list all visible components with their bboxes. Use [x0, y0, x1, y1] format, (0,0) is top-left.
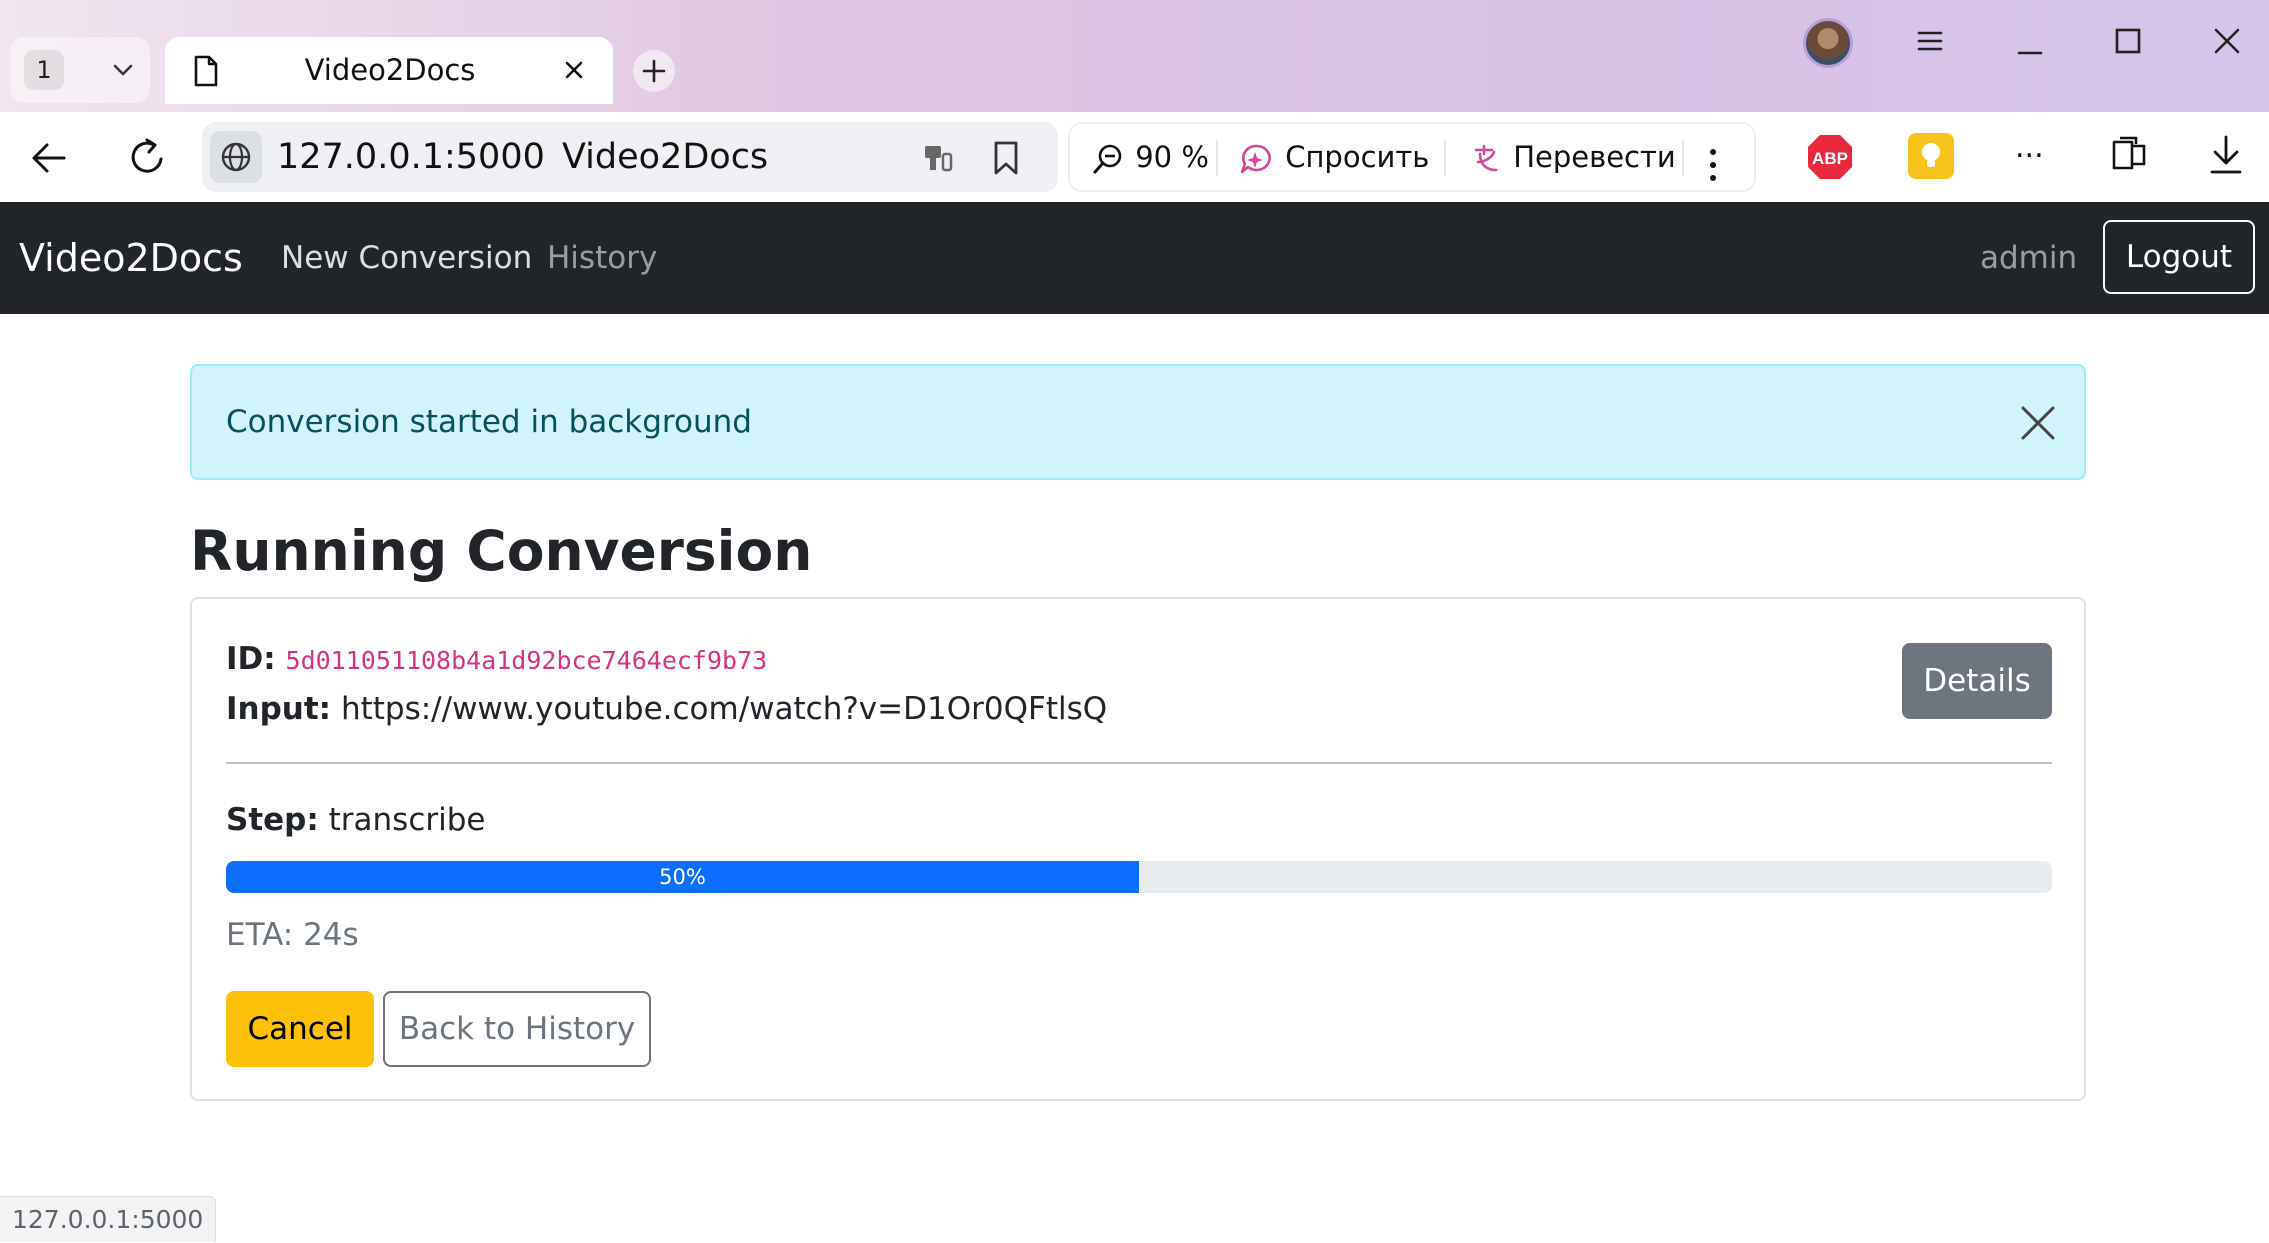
address-page-title: Video2Docs: [562, 137, 769, 177]
conversion-card: ID: 5d011051108b4a1d92bce7464ecf9b73 Inp…: [190, 597, 2086, 1101]
progress-bar: 50%: [226, 861, 2052, 893]
chevron-down-icon[interactable]: [110, 57, 136, 87]
eta-text: ETA: 24s: [226, 917, 359, 953]
bookmark-icon[interactable]: [990, 140, 1022, 180]
nav-new-conversion[interactable]: New Conversion: [281, 202, 532, 314]
ask-label: Спросить: [1285, 140, 1430, 174]
arrow-left-icon[interactable]: [30, 140, 68, 180]
globe-icon: [221, 142, 251, 172]
vertical-dots-icon[interactable]: [1708, 140, 1718, 181]
address-bar[interactable]: 127.0.0.1:5000 Video2Docs: [202, 122, 1058, 192]
bulb-extension-icon[interactable]: [1908, 133, 1954, 179]
page-title: Running Conversion: [190, 519, 813, 583]
ask-button[interactable]: Спросить: [1238, 124, 1429, 190]
back-to-history-button[interactable]: Back to History: [383, 991, 651, 1067]
step-row: Step: transcribe: [226, 802, 485, 838]
id-row: ID: 5d011051108b4a1d92bce7464ecf9b73: [226, 641, 767, 677]
download-icon[interactable]: [2208, 134, 2244, 180]
more-extensions-button[interactable]: ...: [2015, 130, 2044, 165]
brand-link[interactable]: Video2Docs: [19, 202, 243, 314]
divider: [226, 762, 2052, 764]
close-icon[interactable]: [563, 59, 585, 85]
address-host: 127.0.0.1:5000: [277, 137, 545, 177]
status-bar-url: 127.0.0.1:5000: [0, 1196, 217, 1242]
zoom-level: 90 %: [1135, 140, 1209, 174]
cancel-button[interactable]: Cancel: [226, 991, 374, 1067]
alert-message: Conversion started in background: [226, 404, 752, 440]
translate-icon: [1474, 144, 1498, 172]
current-user: admin: [1980, 240, 2078, 276]
adblock-plus-icon[interactable]: ABP: [1806, 133, 1854, 181]
abp-label: ABP: [1812, 149, 1848, 168]
collections-icon[interactable]: [2108, 134, 2150, 180]
logout-button[interactable]: Logout: [2103, 220, 2255, 294]
site-info-button[interactable]: [210, 131, 262, 183]
input-url: https://www.youtube.com/watch?v=D1Or0QFt…: [340, 691, 1108, 727]
tab-title: Video2Docs: [304, 53, 476, 87]
translate-label: Перевести: [1513, 140, 1676, 174]
browser-tab-bar: 1 Video2Docs: [0, 0, 2269, 112]
input-row: Input: https://www.youtube.com/watch?v=D…: [226, 691, 1107, 727]
zoom-indicator[interactable]: 90 %: [1092, 124, 1209, 190]
input-label: Input:: [226, 691, 332, 727]
avatar[interactable]: [1803, 18, 1853, 68]
browser-actions: 90 % Спросить Перевести: [1068, 122, 1756, 192]
ai-chat-icon: [1240, 144, 1271, 174]
hamburger-menu-icon[interactable]: [1915, 26, 1945, 60]
tab-video2docs[interactable]: Video2Docs: [165, 37, 613, 104]
progress-fill: 50%: [226, 861, 1139, 893]
tab-count: 1: [24, 50, 64, 90]
conversion-id: 5d011051108b4a1d92bce7464ecf9b73: [285, 646, 768, 675]
step-value: transcribe: [328, 802, 486, 838]
document-icon: [193, 55, 219, 91]
tab-counter[interactable]: 1: [10, 37, 150, 103]
plus-icon: [642, 59, 666, 83]
id-label: ID:: [226, 641, 276, 677]
app-navbar: Video2Docs New Conversion History admin …: [0, 202, 2269, 314]
close-icon[interactable]: [2018, 403, 2058, 447]
zoom-out-icon: [1093, 144, 1122, 174]
step-label: Step:: [226, 802, 319, 838]
key-icon[interactable]: [922, 142, 956, 178]
reload-icon[interactable]: [128, 136, 168, 182]
maximize-icon[interactable]: [2113, 26, 2143, 60]
window-close-icon[interactable]: [2212, 26, 2242, 60]
info-alert: Conversion started in background: [190, 364, 2086, 480]
new-tab-button[interactable]: [633, 50, 675, 92]
nav-history[interactable]: History: [547, 202, 657, 314]
browser-toolbar: 127.0.0.1:5000 Video2Docs 90 % Спросить …: [0, 112, 2269, 202]
details-button[interactable]: Details: [1902, 643, 2052, 719]
translate-button[interactable]: Перевести: [1470, 124, 1676, 190]
minimize-icon[interactable]: [2015, 26, 2045, 60]
